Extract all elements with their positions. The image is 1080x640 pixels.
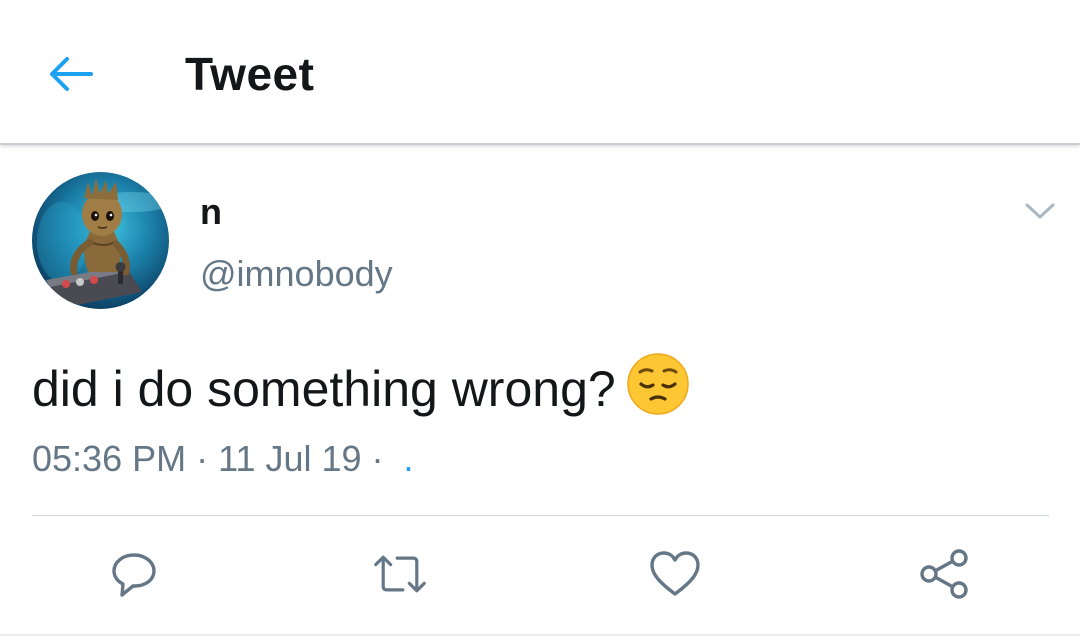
bottom-divider bbox=[0, 634, 1080, 636]
avatar[interactable] bbox=[32, 172, 169, 309]
like-button[interactable] bbox=[647, 546, 703, 602]
author-display-name[interactable]: n bbox=[200, 190, 222, 234]
like-icon bbox=[650, 551, 700, 596]
back-arrow-icon bbox=[50, 57, 93, 91]
tweet-metadata: 05:36 PM · 11 Jul 19 ·. bbox=[32, 437, 414, 481]
author-handle[interactable]: @imnobody bbox=[200, 252, 393, 296]
tweet-text: did i do something wrong? bbox=[32, 352, 690, 430]
meta-separator: · bbox=[196, 438, 209, 479]
avatar-groot-image bbox=[37, 178, 169, 309]
tweet-date: 11 Jul 19 bbox=[218, 438, 362, 479]
page-title: Tweet bbox=[185, 48, 315, 100]
tweet-detail-screen: Tweet n @imnobody did i do something wro… bbox=[0, 0, 1080, 640]
top-app-bar: Tweet bbox=[0, 0, 1080, 145]
meta-separator-source: · bbox=[371, 438, 384, 479]
pensive-face-emoji bbox=[626, 352, 690, 430]
tweet-time: 05:36 PM bbox=[32, 438, 187, 479]
share-icon bbox=[920, 549, 968, 599]
retweet-button[interactable] bbox=[372, 546, 428, 602]
divider bbox=[32, 515, 1049, 516]
tweet-source-link[interactable]: . bbox=[404, 438, 414, 479]
reply-button[interactable] bbox=[106, 546, 162, 602]
back-button[interactable] bbox=[38, 44, 102, 104]
chevron-down-icon bbox=[1025, 203, 1055, 219]
tweet-text-content: did i do something wrong? bbox=[32, 361, 616, 417]
share-button[interactable] bbox=[916, 546, 972, 602]
more-options-button[interactable] bbox=[1016, 196, 1064, 226]
retweet-icon bbox=[374, 555, 426, 593]
reply-icon bbox=[112, 553, 156, 597]
